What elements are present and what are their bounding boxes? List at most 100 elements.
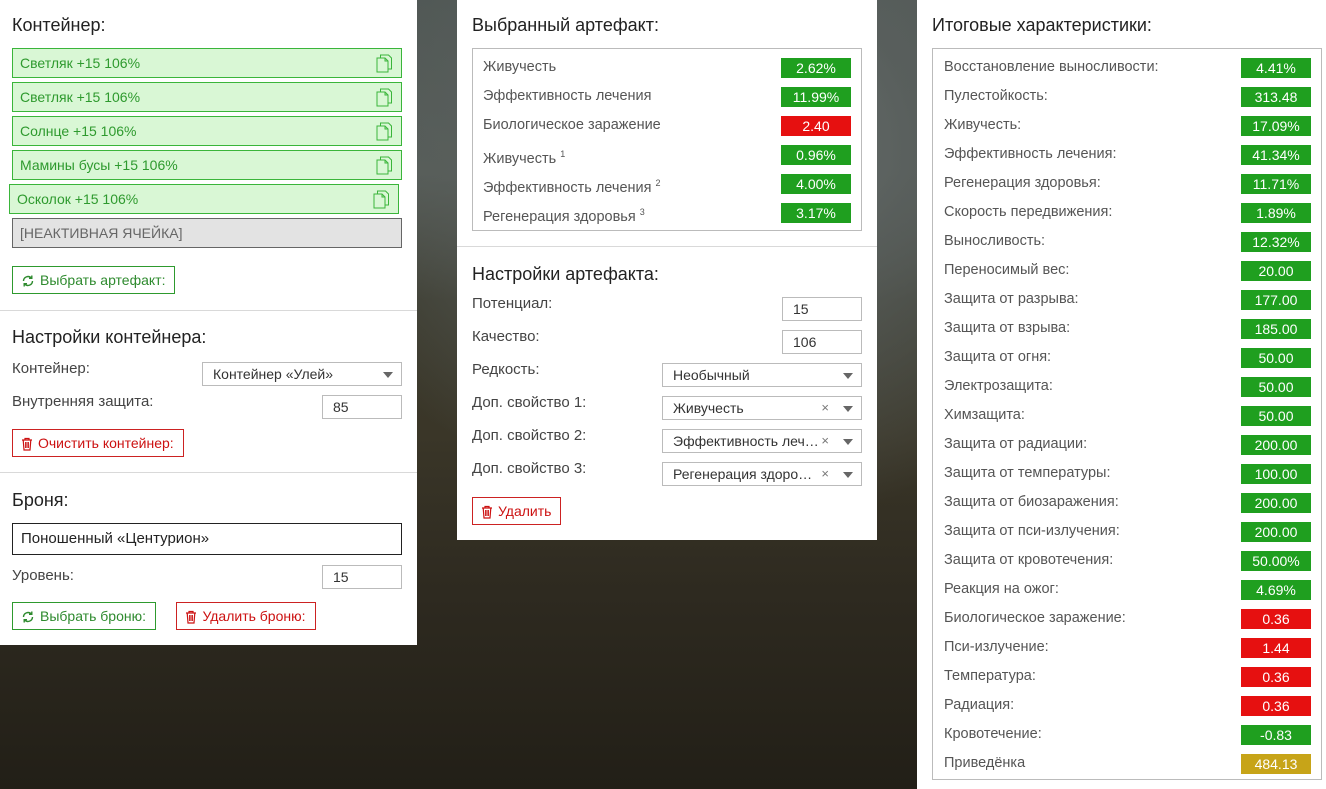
- copy-icon[interactable]: [376, 54, 393, 73]
- property-value: 4.41%: [1241, 58, 1311, 78]
- extra3-select[interactable]: Регенерация здоровья ×: [662, 462, 862, 486]
- property-value: 41.34%: [1241, 145, 1311, 165]
- total-property-row: Выносливость: 12.32%: [944, 228, 1311, 257]
- property-name: Живучесть: [483, 150, 557, 167]
- property-name: Биологическое заражение: [483, 117, 661, 133]
- quality-input[interactable]: 106: [782, 330, 862, 354]
- property-value: 1.44: [1241, 638, 1311, 658]
- copy-icon[interactable]: [376, 156, 393, 175]
- extra1-select[interactable]: Живучесть ×: [662, 396, 862, 420]
- armor-name-field[interactable]: Поношенный «Центурион»: [12, 523, 402, 555]
- property-value: -0.83: [1241, 725, 1311, 745]
- chevron-down-icon: [843, 472, 853, 478]
- property-name: Защита от биозаражения:: [944, 494, 1119, 510]
- property-name: Приведёнка: [944, 755, 1026, 771]
- property-name: Защита от кровотечения:: [944, 552, 1114, 568]
- potential-label: Потенциал:: [472, 295, 553, 312]
- artifact-property-row: Живучесть 2.62%: [483, 54, 851, 83]
- property-name: Регенерация здоровья: [483, 208, 636, 225]
- property-value: 185.00: [1241, 319, 1311, 339]
- artifact-slot[interactable]: Солнце +15 106%: [12, 116, 402, 146]
- property-value: 2.62%: [781, 58, 851, 78]
- property-name: Реакция на ожог:: [944, 581, 1059, 597]
- property-value: 177.00: [1241, 290, 1311, 310]
- clear-icon[interactable]: ×: [821, 430, 829, 452]
- choose-armor-button[interactable]: Выбрать броню:: [12, 602, 156, 630]
- extra2-select[interactable]: Эффективность лечения ×: [662, 429, 862, 453]
- property-value: 3.17%: [781, 203, 851, 223]
- inner-protection-label: Внутренняя защита:: [12, 393, 154, 410]
- selected-artifact-title: Выбранный артефакт:: [472, 15, 659, 35]
- property-value: 0.36: [1241, 696, 1311, 716]
- total-property-row: Электрозащита: 50.00: [944, 373, 1311, 402]
- property-name: Электрозащита:: [944, 378, 1053, 394]
- rarity-select[interactable]: Необычный: [662, 363, 862, 387]
- armor-level-row: Уровень: 15: [12, 565, 402, 600]
- property-value: 1.89%: [1241, 203, 1311, 223]
- total-property-row: Переносимый вес: 20.00: [944, 257, 1311, 286]
- artifact-property-row: Эффективность лечения 2 4.00%: [483, 170, 851, 199]
- extra1-select-value: Живучесть: [673, 400, 744, 416]
- property-value: 484.13: [1241, 754, 1311, 774]
- artifact-slot[interactable]: Светляк +15 106%: [12, 48, 402, 78]
- artifact-settings-title: Настройки артефакта:: [472, 264, 659, 284]
- property-index: 2: [655, 178, 661, 188]
- copy-icon[interactable]: [376, 88, 393, 107]
- slot-label: Солнце +15 106%: [20, 123, 137, 139]
- property-name: Регенерация здоровья:: [944, 175, 1101, 191]
- chevron-down-icon: [383, 372, 393, 378]
- quality-row: Качество: 106: [472, 328, 862, 361]
- property-value: 12.32%: [1241, 232, 1311, 252]
- property-name: Живучесть:: [944, 117, 1022, 133]
- total-property-row: Химзащита: 50.00: [944, 402, 1311, 431]
- clear-icon[interactable]: ×: [821, 463, 829, 485]
- trash-icon: [186, 610, 197, 624]
- clear-container-button[interactable]: Очистить контейнер:: [12, 429, 184, 457]
- potential-input[interactable]: 15: [782, 297, 862, 321]
- property-name: Выносливость:: [944, 233, 1046, 249]
- inner-protection-input[interactable]: 85: [322, 395, 402, 419]
- copy-icon[interactable]: [373, 190, 390, 209]
- armor-level-input[interactable]: 15: [322, 565, 402, 589]
- extra3-label: Доп. свойство 3:: [472, 460, 587, 477]
- property-value: 0.36: [1241, 667, 1311, 687]
- property-value: 11.99%: [781, 87, 851, 107]
- property-name: Восстановление выносливости:: [944, 59, 1159, 75]
- property-value: 4.69%: [1241, 580, 1311, 600]
- artifact-slot[interactable]: Мамины бусы +15 106%: [12, 150, 402, 180]
- artifact-panel: Выбранный артефакт: Живучесть 2.62% Эффект…: [457, 0, 877, 540]
- slot-list: Светляк +15 106% Светляк +15 106% Солнце +…: [9, 48, 402, 214]
- rarity-select-value: Необычный: [673, 367, 750, 383]
- rarity-label: Редкость:: [472, 361, 540, 378]
- total-property-row: Защита от огня: 50.00: [944, 344, 1311, 373]
- clear-icon[interactable]: ×: [821, 397, 829, 419]
- delete-armor-button[interactable]: Удалить броню:: [176, 602, 316, 630]
- extra1-label: Доп. свойство 1:: [472, 394, 587, 411]
- artifact-property-row: Живучесть 1 0.96%: [483, 141, 851, 170]
- total-property-row: Защита от биозаражения: 200.00: [944, 489, 1311, 518]
- property-value: 50.00%: [1241, 551, 1311, 571]
- copy-icon[interactable]: [376, 122, 393, 141]
- extra1-row: Доп. свойство 1: Живучесть ×: [472, 394, 862, 427]
- container-select[interactable]: Контейнер «Улей»: [202, 362, 402, 386]
- artifact-slot[interactable]: Осколок +15 106%: [9, 184, 399, 214]
- total-property-row: Живучесть: 17.09%: [944, 112, 1311, 141]
- potential-row: Потенциал: 15: [472, 295, 862, 328]
- property-name: Эффективность лечения: [483, 88, 652, 104]
- choose-artifact-button[interactable]: Выбрать артефакт:: [12, 266, 176, 294]
- total-property-row: Защита от кровотечения: 50.00%: [944, 547, 1311, 576]
- property-name: Переносимый вес:: [944, 262, 1070, 278]
- container-label: Контейнер:: [12, 360, 90, 377]
- armor-level-label: Уровень:: [12, 567, 74, 584]
- refresh-icon: [22, 611, 34, 623]
- slot-label: Мамины бусы +15 106%: [20, 157, 178, 173]
- property-name: Защита от огня:: [944, 349, 1052, 365]
- property-value: 20.00: [1241, 261, 1311, 281]
- property-value: 11.71%: [1241, 174, 1311, 194]
- total-property-row: Защита от температуры: 100.00: [944, 460, 1311, 489]
- artifact-slot[interactable]: Светляк +15 106%: [12, 82, 402, 112]
- extra3-select-value: Регенерация здоровья: [673, 466, 819, 482]
- property-value: 0.96%: [781, 145, 851, 165]
- delete-artifact-button[interactable]: Удалить: [472, 497, 562, 525]
- property-name: Живучесть: [483, 59, 557, 75]
